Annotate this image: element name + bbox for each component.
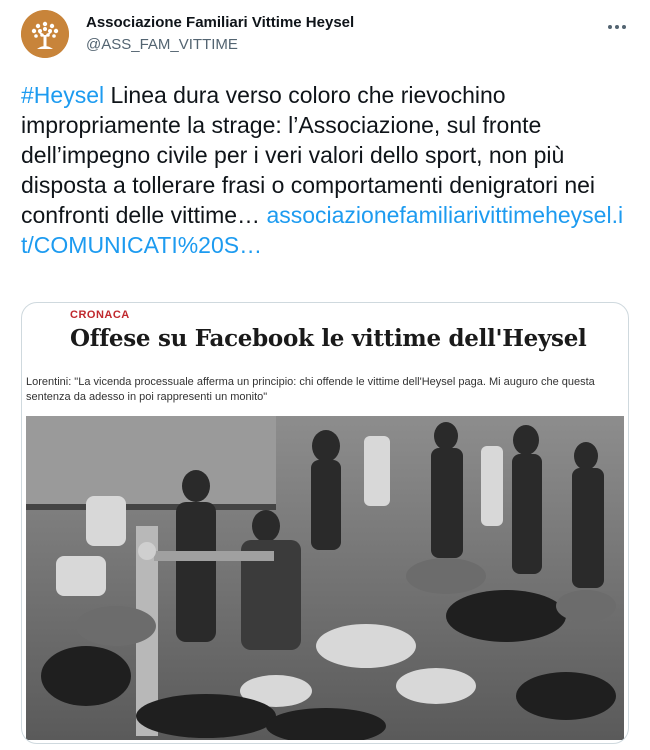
author-name[interactable]: Associazione Familiari Vittime Heysel xyxy=(86,14,354,31)
article-section: CRONACA xyxy=(70,309,130,321)
article-subheadline: Lorentini: "La vicenda processuale affer… xyxy=(26,376,595,403)
author-handle[interactable]: @ASS_FAM_VITTIME xyxy=(86,36,238,53)
article-headline: Offese su Facebook le vittime dell'Heyse… xyxy=(70,325,587,352)
hashtag-link[interactable]: #Heysel xyxy=(21,82,104,108)
avatar[interactable] xyxy=(21,10,69,58)
tweet: Associazione Familiari Vittime Heysel @A… xyxy=(0,0,650,750)
more-options-icon[interactable] xyxy=(606,16,628,38)
news-photo-image xyxy=(26,416,624,740)
media-card[interactable]: CRONACA Offese su Facebook le vittime de… xyxy=(21,302,629,744)
tree-logo-icon xyxy=(21,10,69,58)
tweet-text: #Heysel Linea dura verso coloro che riev… xyxy=(21,80,631,260)
